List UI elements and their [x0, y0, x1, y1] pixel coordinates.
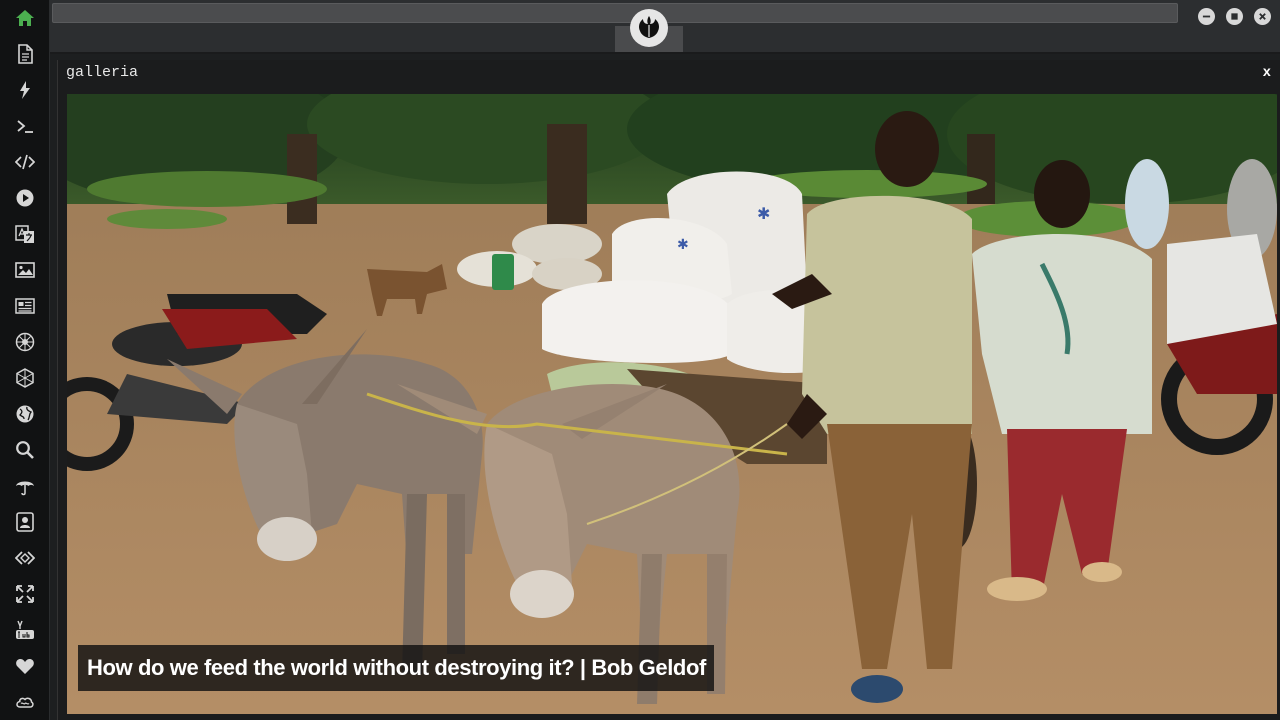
- play-circle-icon: [16, 189, 34, 207]
- sidebar-item-gallery[interactable]: [13, 258, 37, 282]
- umbrella-icon: [16, 481, 34, 496]
- sidebar-item-contacts[interactable]: [13, 510, 37, 534]
- sidebar-item-home[interactable]: [13, 6, 37, 30]
- sidebar-item-news[interactable]: [13, 294, 37, 318]
- sidebar-item-power[interactable]: [13, 78, 37, 102]
- gallery-close-button[interactable]: x: [1263, 65, 1271, 81]
- image-icon: [15, 262, 35, 278]
- minimize-button[interactable]: [1198, 8, 1215, 25]
- photo-caption: How do we feed the world without destroy…: [78, 645, 714, 691]
- heart-icon: [16, 659, 34, 674]
- sidebar-item-weather[interactable]: [13, 474, 37, 498]
- svg-text:✱: ✱: [757, 204, 770, 223]
- rebel-alliance-glyph: [639, 16, 659, 38]
- sidebar-item-cloud[interactable]: [13, 690, 37, 714]
- sidebar-item-favorites[interactable]: [13, 654, 37, 678]
- svg-text:✱: ✱: [677, 237, 689, 253]
- address-bar[interactable]: [52, 3, 1178, 23]
- sidebar-item-globe[interactable]: [13, 402, 37, 426]
- search-icon: [16, 441, 34, 459]
- sidebar-item-youtube[interactable]: [13, 618, 37, 642]
- dev-code-icon: [15, 551, 35, 565]
- youtube-icon: [16, 620, 34, 639]
- sidebar-item-fullscreen[interactable]: [13, 582, 37, 606]
- sidebar-item-search[interactable]: [13, 438, 37, 462]
- sidebar-item-empire[interactable]: [13, 366, 37, 390]
- minimize-icon: [1202, 15, 1211, 18]
- contact-card-icon: [16, 512, 34, 532]
- top-bar: [50, 0, 1280, 54]
- gallery-photo[interactable]: ✱ ✱ How do we feed the world without des…: [67, 94, 1277, 714]
- translate-icon: [15, 225, 34, 243]
- home-icon: [16, 10, 34, 26]
- code-icon: [15, 154, 35, 170]
- empire-emblem-icon: [16, 368, 34, 388]
- sidebar-item-code[interactable]: [13, 150, 37, 174]
- globe-icon: [16, 405, 34, 423]
- sidebar-item-dev[interactable]: [13, 546, 37, 570]
- newspaper-icon: [15, 298, 35, 314]
- expand-icon: [16, 585, 34, 603]
- sidebar-item-media[interactable]: [13, 186, 37, 210]
- document-icon: [18, 44, 33, 64]
- rebel-alliance-icon[interactable]: [630, 9, 668, 47]
- photo-illustration: ✱ ✱: [67, 94, 1277, 714]
- terminal-icon: [17, 120, 33, 133]
- close-icon: [1259, 13, 1266, 20]
- close-button[interactable]: [1254, 8, 1271, 25]
- gallery-window: galleria x ✱ ✱ How do we feed the world …: [57, 60, 1280, 720]
- rebel-emblem-icon: [15, 332, 35, 352]
- maximize-icon: [1231, 13, 1238, 20]
- lightning-icon: [20, 81, 30, 99]
- sidebar-item-translate[interactable]: [13, 222, 37, 246]
- sidebar-item-rebel[interactable]: [13, 330, 37, 354]
- gallery-title: galleria: [66, 64, 139, 81]
- cloud-icon: [16, 697, 34, 708]
- sidebar: [0, 0, 50, 720]
- maximize-button[interactable]: [1226, 8, 1243, 25]
- sidebar-item-documents[interactable]: [13, 42, 37, 66]
- sidebar-item-terminal[interactable]: [13, 114, 37, 138]
